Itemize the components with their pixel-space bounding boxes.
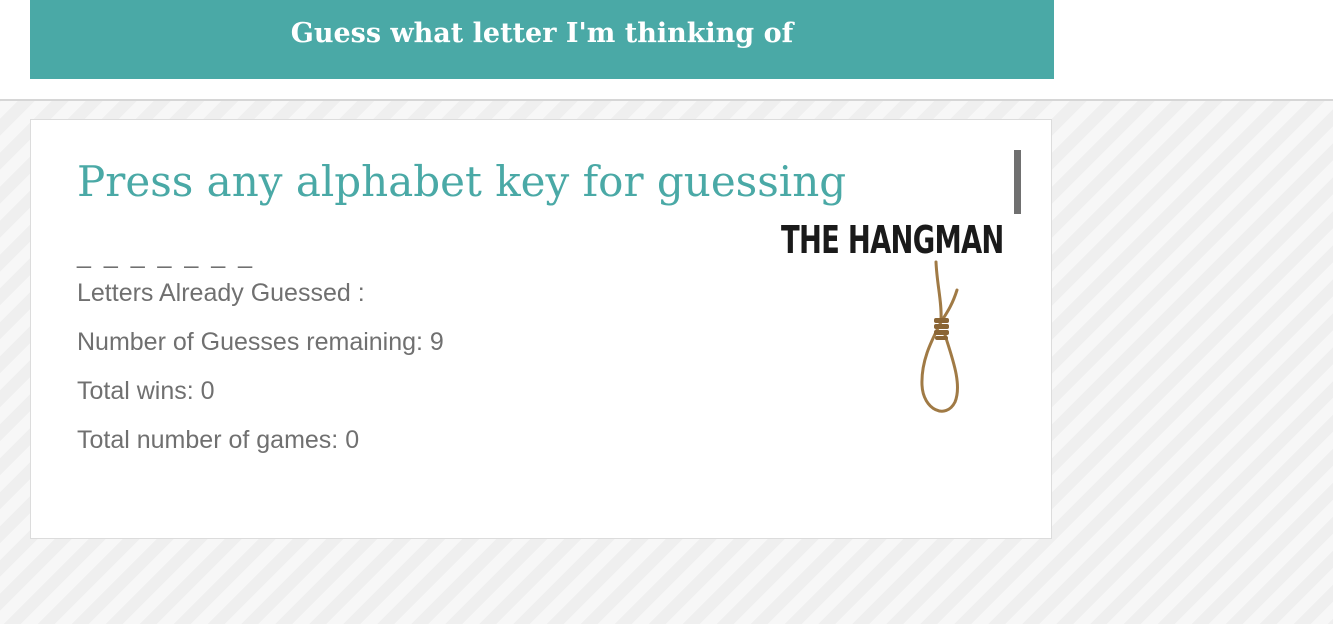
total-games-text: Total number of games: 0 <box>77 426 360 454</box>
letters-guessed-text: Letters Already Guessed : <box>77 279 365 307</box>
instruction-heading: Press any alphabet key for guessing <box>77 157 847 206</box>
noose-icon <box>920 260 959 413</box>
game-card: Press any alphabet key for guessing _ _ … <box>30 119 1052 539</box>
word-blanks: _ _ _ _ _ _ _ <box>77 241 256 269</box>
page-title-banner: Guess what letter I'm thinking of <box>30 0 1054 79</box>
hangman-logo: THE HANGMAN <box>746 210 1004 425</box>
total-wins-text: Total wins: 0 <box>77 377 215 405</box>
guesses-remaining-text: Number of Guesses remaining: 9 <box>77 328 444 356</box>
scrollbar-thumb[interactable] <box>1014 150 1021 214</box>
header-area: Guess what letter I'm thinking of <box>0 0 1333 101</box>
page-title: Guess what letter I'm thinking of <box>290 18 794 49</box>
